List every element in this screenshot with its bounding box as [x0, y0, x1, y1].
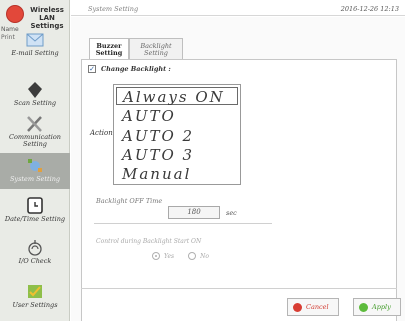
sidebar-title[interactable]: Wireless LAN Settings [24, 6, 70, 30]
sidebar-item-scan[interactable]: Scan Setting [0, 80, 70, 107]
footer-divider [81, 288, 397, 289]
io-check-icon [28, 240, 42, 256]
sidebar: Wireless LAN Settings Name Print E-mail … [0, 0, 70, 321]
header-bar: System Setting 2016-12-26 12:13 [71, 0, 405, 16]
action-option-auto[interactable]: AUTO [116, 107, 238, 125]
sidebar-item-label: Communication Setting [9, 133, 61, 148]
control-radio-group: Yes No [152, 252, 223, 260]
scanner-icon [28, 82, 42, 98]
apply-button[interactable]: Apply [353, 298, 401, 316]
action-listbox[interactable]: Always ON AUTO AUTO 2 AUTO 3 Manual [113, 84, 241, 185]
change-backlight-row[interactable]: ✓ Change Backlight : [88, 65, 171, 73]
action-option-always-on[interactable]: Always ON [116, 87, 238, 106]
wireless-logo-icon [6, 5, 24, 23]
apply-check-icon [359, 302, 368, 312]
change-backlight-checkbox[interactable]: ✓ [88, 65, 96, 73]
divider [94, 223, 272, 224]
backlight-off-time-label: Backlight OFF Time [96, 197, 163, 205]
cancel-button[interactable]: Cancel [287, 298, 339, 316]
tools-icon [27, 116, 42, 132]
sidebar-item-label: System Setting [9, 175, 61, 183]
clock-icon [27, 197, 43, 214]
tab-backlight-setting[interactable]: Backlight Setting [129, 38, 183, 60]
sidebar-item-io-check[interactable]: I/O Check [0, 238, 70, 265]
action-label: Action [90, 129, 113, 137]
sidebar-item-system[interactable]: System Setting [0, 153, 70, 189]
radio-yes[interactable] [152, 252, 160, 260]
sidebar-item-datetime[interactable]: Date/Time Setting [0, 196, 70, 223]
radio-yes-label: Yes [164, 252, 175, 260]
sidebar-item-label: User Settings [12, 301, 58, 309]
sidebar-item-label: I/O Check [18, 257, 52, 265]
apply-button-label: Apply [372, 303, 391, 311]
email-icon [26, 33, 44, 47]
action-option-manual[interactable]: Manual [116, 165, 238, 183]
backlight-off-time-input[interactable]: 180 [168, 206, 220, 219]
sidebar-item-label: Date/Time Setting [4, 215, 66, 223]
cancel-button-label: Cancel [306, 303, 329, 311]
radio-no-label: No [200, 252, 209, 260]
action-option-auto-2[interactable]: AUTO 2 [116, 127, 238, 145]
action-option-auto-3[interactable]: AUTO 3 [116, 146, 238, 164]
radio-no[interactable] [188, 252, 197, 260]
user-settings-icon [28, 285, 42, 298]
cancel-icon [293, 302, 302, 312]
sidebar-item-email[interactable]: E-mail Setting [0, 30, 70, 57]
system-icon [28, 159, 42, 172]
main-content: Buzzer Setting Backlight Setting ✓ Chang… [71, 17, 405, 321]
tab-buzzer-setting[interactable]: Buzzer Setting [89, 38, 129, 60]
sidebar-item-communication[interactable]: Communication Setting [0, 114, 70, 148]
control-during-backlight-label: Control during Backlight Start ON [96, 238, 202, 245]
backlight-panel: ✓ Change Backlight : Action Always ON AU… [81, 59, 397, 321]
backlight-off-time-unit: sec [226, 209, 237, 217]
sidebar-item-label: Scan Setting [13, 99, 57, 107]
clock-display: 2016-12-26 12:13 [340, 5, 399, 13]
sidebar-item-user-settings[interactable]: User Settings [0, 282, 70, 309]
breadcrumb: System Setting [88, 5, 139, 13]
sidebar-item-label: E-mail Setting [11, 49, 59, 57]
change-backlight-label: Change Backlight : [101, 65, 171, 73]
